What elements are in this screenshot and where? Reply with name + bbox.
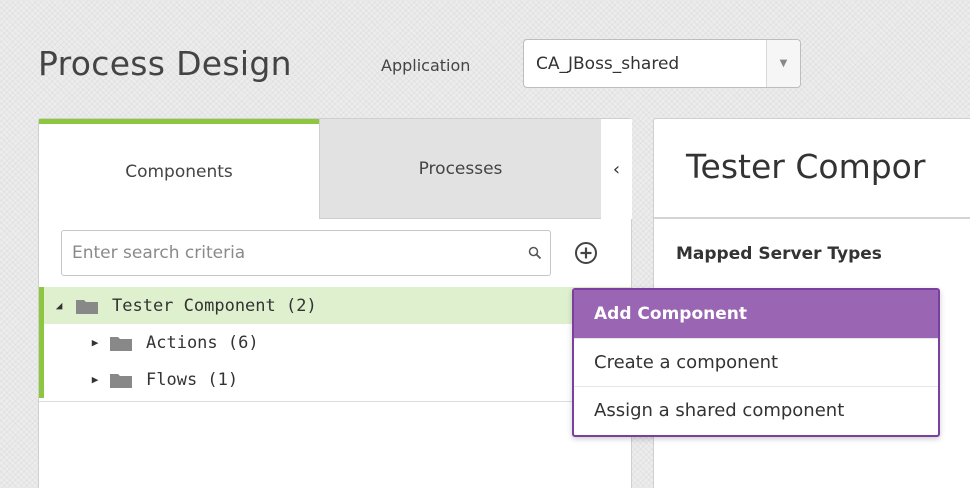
tab-components[interactable]: Components [39, 119, 319, 219]
tree-item-label: Flows (1) [146, 369, 239, 390]
component-tree: ◢ Tester Component (2) ▶ Actions (6) ▶ F… [39, 287, 631, 402]
mapped-server-types-label: Mapped Server Types [676, 244, 882, 264]
component-title: Tester Compor [686, 147, 926, 186]
left-panel: Components Processes ‹ ◢ Tester Componen… [38, 118, 632, 488]
caret-down-icon[interactable]: ◢ [52, 299, 66, 312]
chevron-left-icon: ‹ [612, 158, 621, 180]
tab-processes[interactable]: Processes [319, 119, 601, 219]
folder-icon [110, 336, 132, 351]
add-circle-icon[interactable] [572, 239, 600, 267]
tree-item-flows[interactable]: ▶ Flows (1) [39, 361, 631, 398]
search-box [61, 230, 551, 276]
caret-right-icon[interactable]: ▶ [88, 373, 102, 386]
tab-processes-label: Processes [418, 158, 503, 179]
tree-item-tester-component[interactable]: ◢ Tester Component (2) [39, 287, 631, 324]
menu-item-assign-shared-component[interactable]: Assign a shared component [574, 386, 938, 434]
tree-item-label: Actions (6) [146, 332, 259, 353]
folder-icon [110, 373, 132, 388]
menu-header-add-component[interactable]: Add Component [574, 290, 938, 338]
tab-components-label: Components [125, 161, 233, 182]
tree-item-actions[interactable]: ▶ Actions (6) [39, 324, 631, 361]
collapse-panel-button[interactable]: ‹ [601, 119, 632, 219]
folder-icon [76, 299, 98, 314]
page-title: Process Design [38, 44, 292, 83]
search-input[interactable] [62, 231, 520, 275]
add-component-menu: Add Component Create a component Assign … [572, 288, 940, 437]
search-icon[interactable] [520, 231, 550, 275]
menu-item-create-component[interactable]: Create a component [574, 338, 938, 386]
caret-right-icon[interactable]: ▶ [88, 336, 102, 349]
application-label: Application [381, 56, 471, 75]
tree-item-label: Tester Component (2) [112, 295, 317, 316]
tree-divider [39, 401, 631, 402]
application-select[interactable]: CA_JBoss_shared ▼ [523, 39, 801, 88]
application-select-value: CA_JBoss_shared [536, 53, 680, 74]
chevron-down-icon[interactable]: ▼ [766, 40, 800, 87]
right-divider [654, 217, 970, 219]
